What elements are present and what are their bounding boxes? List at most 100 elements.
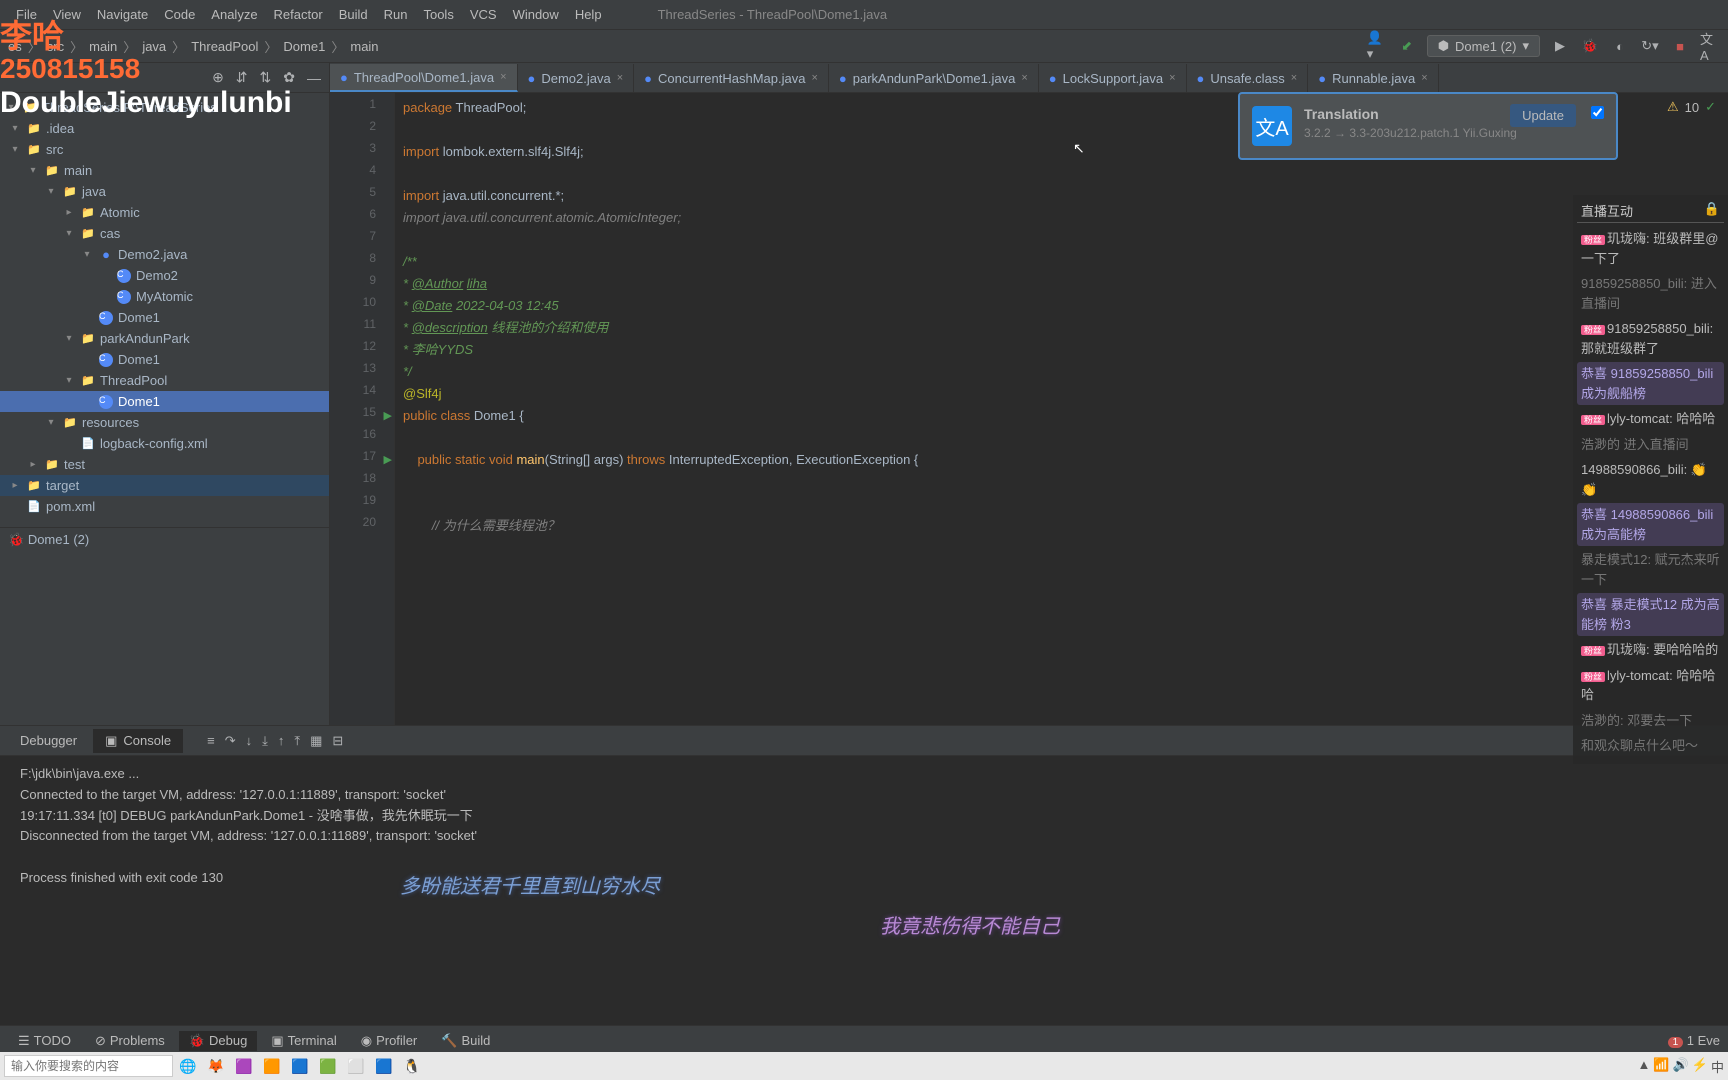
- editor-tab[interactable]: ●LockSupport.java×: [1039, 64, 1187, 92]
- tree-item[interactable]: ▾📁java: [0, 181, 329, 202]
- step-over-icon[interactable]: ≡: [207, 733, 215, 749]
- app-icon-4[interactable]: 🟩: [315, 1053, 341, 1079]
- code-editor[interactable]: 123456789101112131415▶1617▶181920 packag…: [330, 93, 1728, 725]
- tree-item[interactable]: ▾📁ThreadPool: [0, 370, 329, 391]
- app-icon-6[interactable]: 🟦: [371, 1053, 397, 1079]
- stop-button[interactable]: ■: [1670, 36, 1690, 56]
- step-into-icon[interactable]: ↷: [225, 733, 236, 749]
- update-button[interactable]: Update: [1510, 104, 1576, 127]
- menu-build[interactable]: Build: [331, 7, 376, 22]
- tree-item[interactable]: ▸📁test: [0, 454, 329, 475]
- bottom-tab-terminal[interactable]: ▣Terminal: [261, 1031, 346, 1051]
- menu-analyze[interactable]: Analyze: [203, 7, 265, 22]
- run-button[interactable]: ▶: [1550, 36, 1570, 56]
- breadcrumbs[interactable]: es〉src〉main〉java〉ThreadPool〉Dome1〉main: [8, 37, 379, 56]
- menu-window[interactable]: Window: [505, 7, 567, 22]
- tree-root[interactable]: ▾📁ThreadSeries F:\ThreadSeries: [0, 97, 329, 118]
- debug-button[interactable]: 🐞: [1580, 36, 1600, 56]
- editor-tab[interactable]: ●parkAndunPark\Dome1.java×: [829, 64, 1039, 92]
- editor-tab[interactable]: ●Demo2.java×: [518, 64, 635, 92]
- console-tab[interactable]: ▣Console: [93, 729, 183, 753]
- build-icon[interactable]: ⬋: [1397, 36, 1417, 56]
- notification-checkbox[interactable]: [1591, 106, 1604, 119]
- event-log-indicator[interactable]: 1 1 Eve: [1668, 1033, 1720, 1048]
- tree-item[interactable]: ▾📁parkAndunPark: [0, 328, 329, 349]
- select-opened-icon[interactable]: ⊕: [212, 69, 224, 86]
- settings-icon[interactable]: ✿: [283, 69, 295, 86]
- menu-navigate[interactable]: Navigate: [89, 7, 156, 22]
- inspection-widget[interactable]: ⚠ 10 ✓: [1667, 99, 1716, 115]
- tree-item[interactable]: ▾📁cas: [0, 223, 329, 244]
- editor-tab[interactable]: ●Runnable.java×: [1308, 64, 1438, 92]
- system-tray[interactable]: ▲📶🔊⚡中: [1638, 1057, 1724, 1076]
- tree-item[interactable]: ▾📁src: [0, 139, 329, 160]
- force-step-icon[interactable]: ⤓: [262, 733, 268, 749]
- tree-item[interactable]: 📄logback-config.xml: [0, 433, 329, 454]
- tree-item[interactable]: CDemo2: [0, 265, 329, 286]
- editor-tab[interactable]: ●Unsafe.class×: [1187, 64, 1309, 92]
- linux-icon[interactable]: 🐧: [399, 1053, 425, 1079]
- menu-file[interactable]: File: [8, 7, 45, 22]
- open-tool-tab[interactable]: 🐞 Dome1 (2): [0, 527, 329, 552]
- tree-item[interactable]: CDome1: [0, 307, 329, 328]
- run-config-selector[interactable]: ⬢ Dome1 (2) ▾: [1427, 35, 1540, 57]
- editor-tab[interactable]: ●ThreadPool\Dome1.java×: [330, 64, 518, 92]
- menu-help[interactable]: Help: [567, 7, 610, 22]
- tree-item[interactable]: ▸📁target: [0, 475, 329, 496]
- evaluate-icon[interactable]: ▦: [310, 733, 322, 749]
- editor-tab[interactable]: ●ConcurrentHashMap.java×: [634, 64, 829, 92]
- tree-item[interactable]: ▾📁resources: [0, 412, 329, 433]
- console-output[interactable]: F:\jdk\bin\java.exe ...Connected to the …: [0, 756, 1728, 1025]
- app-icon-3[interactable]: 🟦: [287, 1053, 313, 1079]
- lock-icon[interactable]: 🔒: [1704, 201, 1720, 220]
- tree-item[interactable]: ▸📁Atomic: [0, 202, 329, 223]
- reader-mode-icon[interactable]: ✓: [1705, 99, 1716, 115]
- run-to-cursor-icon[interactable]: ⤒: [294, 733, 300, 749]
- gutter[interactable]: 123456789101112131415▶1617▶181920: [330, 93, 395, 725]
- bottom-tab-problems[interactable]: ⊘Problems: [85, 1031, 175, 1051]
- menu-run[interactable]: Run: [376, 7, 416, 22]
- menu-vcs[interactable]: VCS: [462, 7, 505, 22]
- step-out-icon[interactable]: ↑: [278, 733, 285, 749]
- breadcrumb-item[interactable]: java: [142, 39, 166, 54]
- bottom-tab-profiler[interactable]: ◉Profiler: [351, 1031, 428, 1051]
- profile-button[interactable]: ↻▾: [1640, 36, 1660, 56]
- os-search-input[interactable]: [4, 1055, 173, 1077]
- bottom-tab-build[interactable]: 🔨Build: [431, 1031, 500, 1051]
- code-content[interactable]: package ThreadPool; import lombok.extern…: [395, 93, 1728, 725]
- tree-item[interactable]: CMyAtomic: [0, 286, 329, 307]
- user-icon[interactable]: 👤▾: [1367, 36, 1387, 56]
- tree-item[interactable]: CDome1: [0, 391, 329, 412]
- trace-icon[interactable]: ⊟: [332, 733, 343, 749]
- menu-code[interactable]: Code: [156, 7, 203, 22]
- coverage-button[interactable]: ◐: [1610, 36, 1630, 56]
- menu-view[interactable]: View: [45, 7, 89, 22]
- hide-icon[interactable]: —: [307, 70, 321, 86]
- tree-item[interactable]: ▾●Demo2.java: [0, 244, 329, 265]
- tree-item[interactable]: ▾📁.idea: [0, 118, 329, 139]
- project-tree[interactable]: ▾📁ThreadSeries F:\ThreadSeries▾📁.idea▾📁s…: [0, 93, 329, 521]
- breadcrumb-item[interactable]: es: [8, 39, 22, 54]
- menu-tools[interactable]: Tools: [415, 7, 461, 22]
- app-icon-5[interactable]: ⬜: [343, 1053, 369, 1079]
- breadcrumb-item[interactable]: main: [89, 39, 117, 54]
- app-icon-1[interactable]: 🟪: [231, 1053, 257, 1079]
- expand-icon[interactable]: ⇵: [236, 69, 248, 86]
- step-down-icon[interactable]: ↓: [246, 733, 253, 749]
- breadcrumb-item[interactable]: src: [47, 39, 64, 54]
- collapse-icon[interactable]: ⇅: [260, 69, 272, 86]
- debugger-tab[interactable]: Debugger: [8, 729, 89, 752]
- breadcrumb-item[interactable]: main: [350, 39, 378, 54]
- chrome-icon[interactable]: 🌐: [175, 1053, 201, 1079]
- bottom-tab-debug[interactable]: 🐞Debug: [179, 1031, 258, 1051]
- firefox-icon[interactable]: 🦊: [203, 1053, 229, 1079]
- tree-item[interactable]: CDome1: [0, 349, 329, 370]
- tree-item[interactable]: 📄pom.xml: [0, 496, 329, 517]
- app-icon-2[interactable]: 🟧: [259, 1053, 285, 1079]
- breadcrumb-item[interactable]: ThreadPool: [191, 39, 258, 54]
- translate-button[interactable]: 文A: [1700, 36, 1720, 56]
- bottom-tab-todo[interactable]: ☰TODO: [8, 1031, 81, 1051]
- tree-item[interactable]: ▾📁main: [0, 160, 329, 181]
- menu-refactor[interactable]: Refactor: [266, 7, 331, 22]
- breadcrumb-item[interactable]: Dome1: [283, 39, 325, 54]
